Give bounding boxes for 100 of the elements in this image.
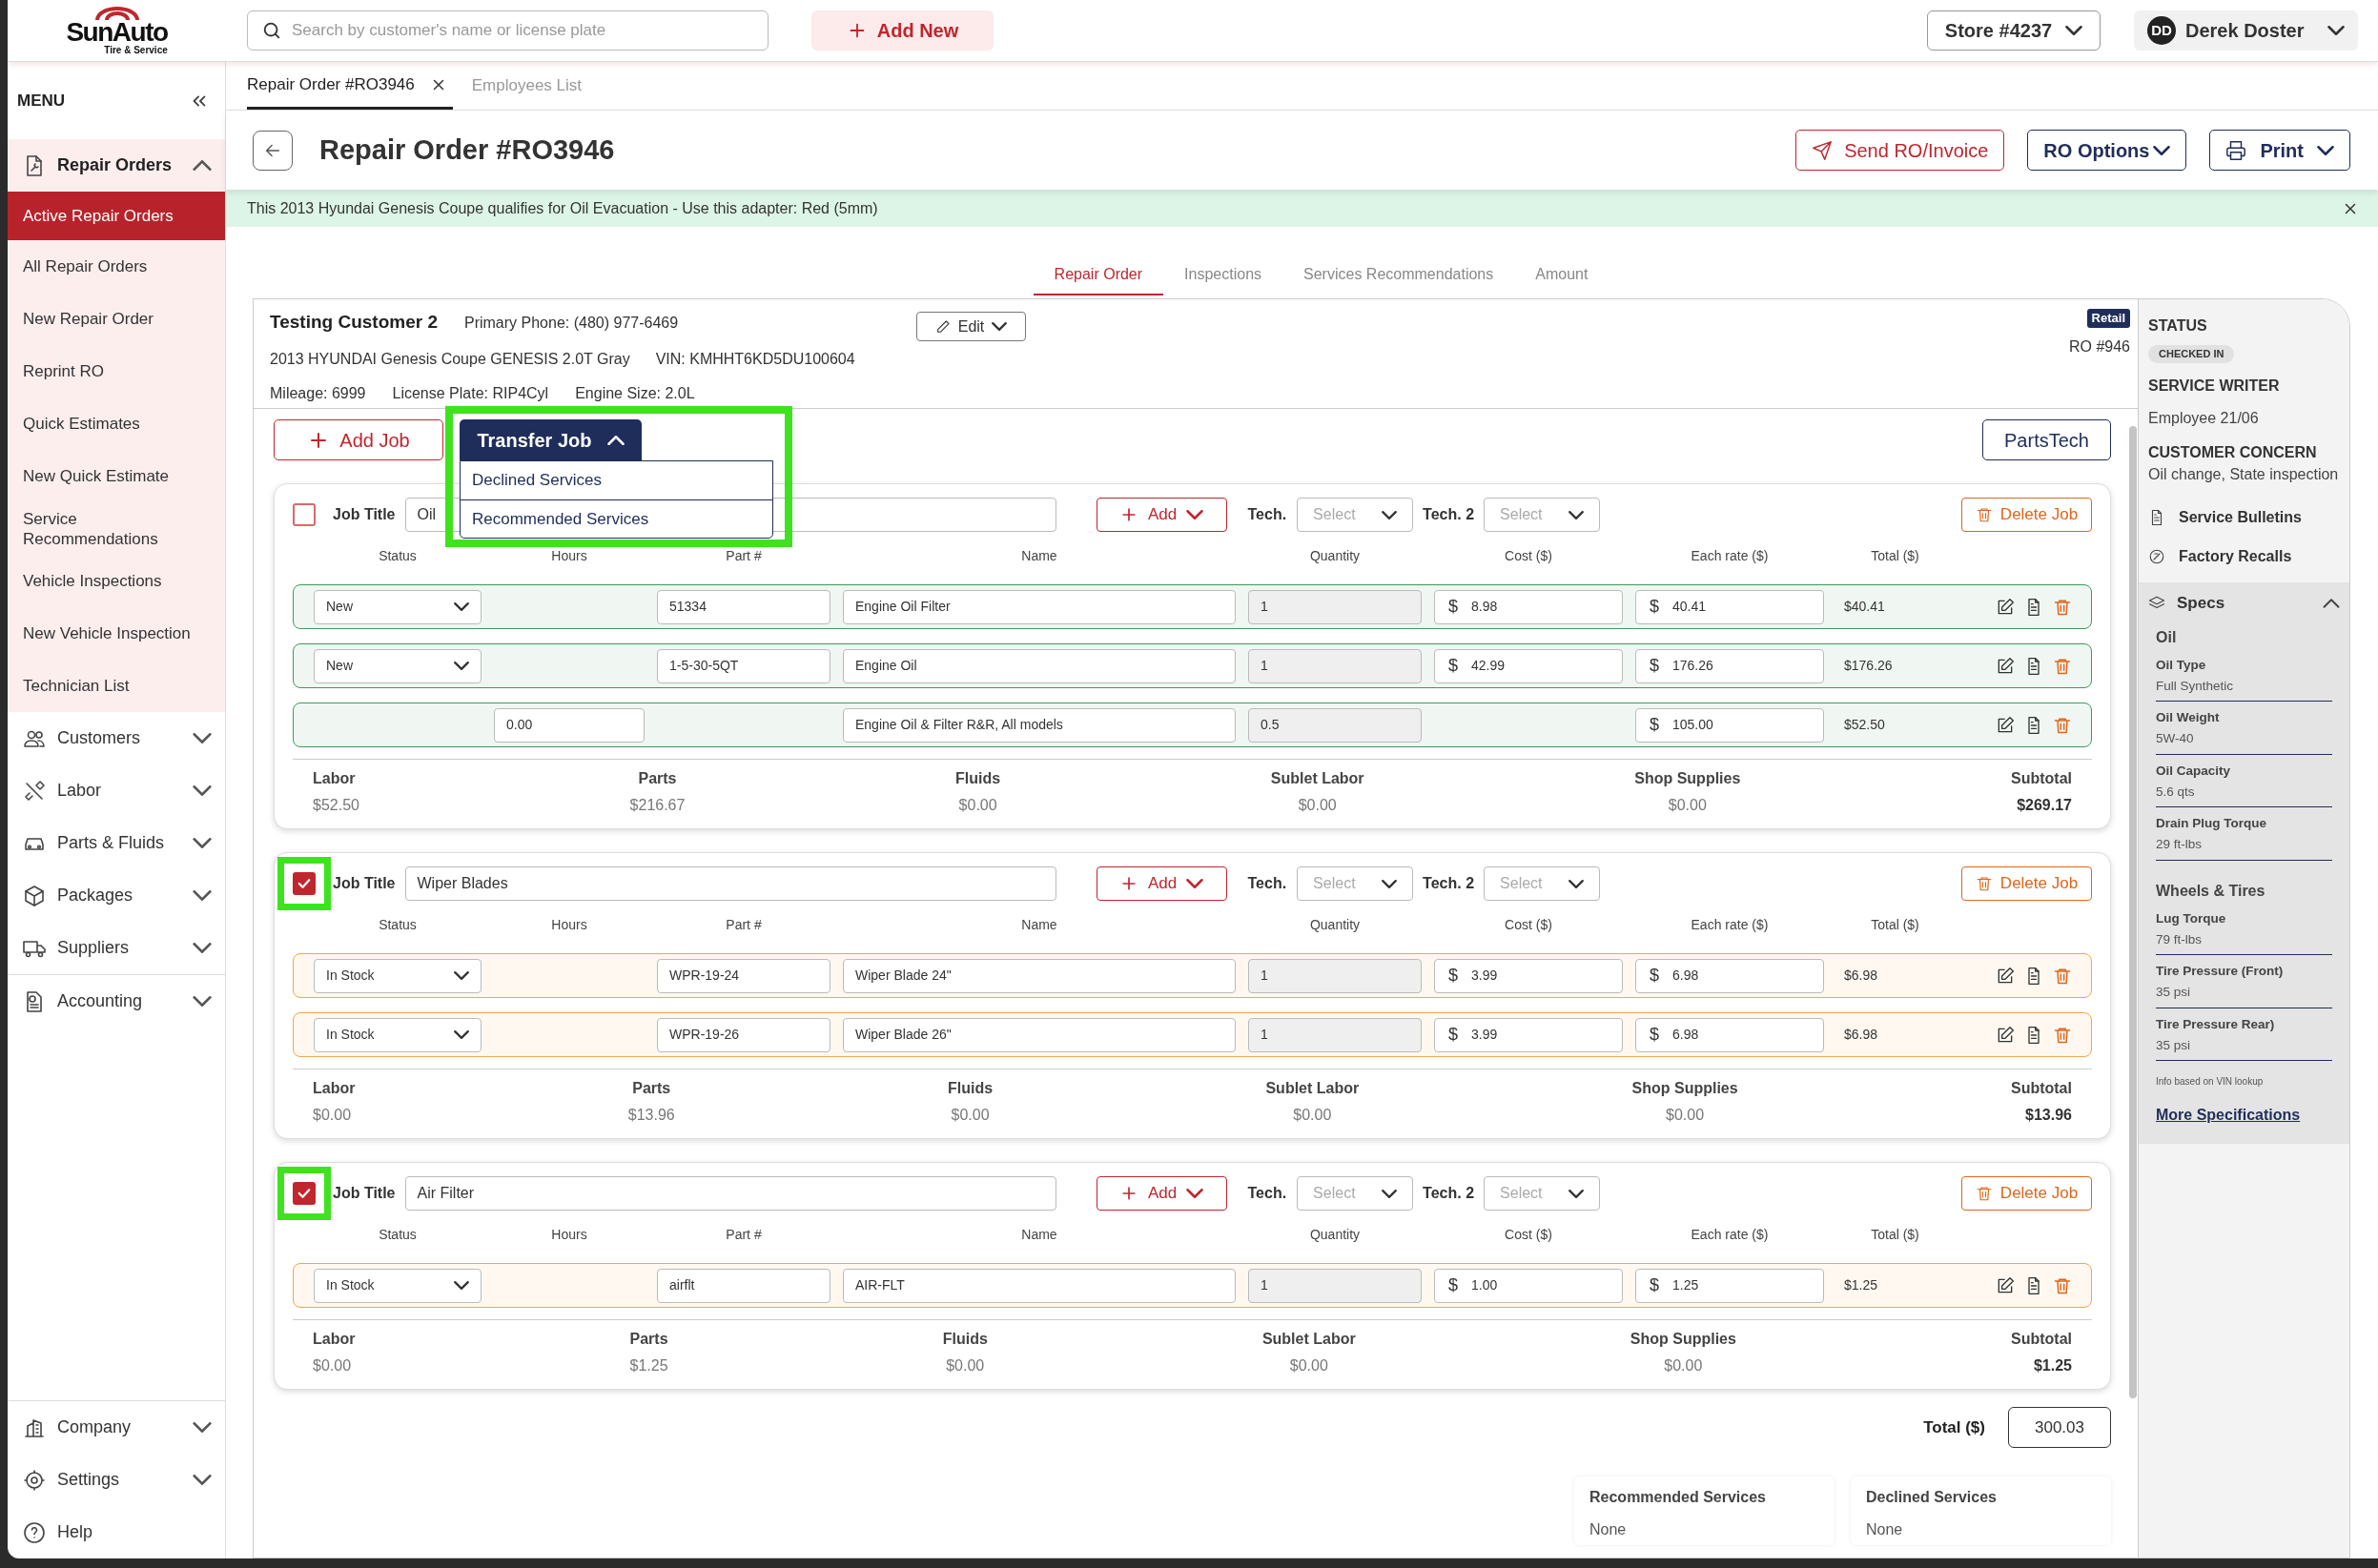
- writer-name: Employee 21/06: [2148, 408, 2259, 428]
- logo-tagline: Tire & Service: [104, 44, 168, 55]
- section-heading: SERVICE WRITER: [2148, 376, 2280, 396]
- summary-value: $0.00: [1664, 1356, 1703, 1375]
- summary-label: Labor: [313, 1330, 356, 1349]
- summary-value: $0.00: [1668, 796, 1707, 815]
- tech-label: Tech. 2: [1423, 505, 1475, 524]
- summary-value: $0.00: [1298, 796, 1337, 815]
- spec-label: Drain Plug Torque: [2156, 815, 2267, 832]
- summary-label: Fluids: [955, 769, 1001, 788]
- summary-label: Fluids: [948, 1079, 994, 1098]
- summary-label: Shop Supplies: [1630, 1330, 1736, 1349]
- column-header: Quantity: [1308, 1225, 1362, 1244]
- spec-value: 5.6 qts: [2156, 783, 2196, 801]
- column-header: Quantity: [1308, 915, 1362, 934]
- tech-label: Tech.: [1247, 505, 1287, 524]
- status-badge: CHECKED IN: [2148, 345, 2235, 363]
- column-header: Part #: [725, 915, 763, 934]
- column-header: Hours: [550, 546, 588, 565]
- spec-value: 29 ft-lbs: [2156, 836, 2204, 854]
- summary-value: $1.25: [2033, 1356, 2072, 1375]
- specs-section-title: Oil: [2156, 627, 2178, 647]
- summary-value: $0.00: [1289, 1356, 1328, 1375]
- specs-section-title: Wheels & Tires: [2156, 881, 2266, 901]
- summary-value: $13.96: [2025, 1106, 2072, 1125]
- services-title: Recommended Services: [1589, 1488, 1767, 1507]
- section-heading: STATUS: [2148, 316, 2207, 336]
- services-value: None: [1589, 1520, 1628, 1539]
- vehicle-detail: Mileage: 6999: [270, 383, 366, 403]
- customer-name: Testing Customer 2: [270, 311, 438, 334]
- services-value: None: [1866, 1520, 1904, 1539]
- summary-label: Sublet Labor: [1265, 1079, 1360, 1098]
- column-header: Status: [378, 1225, 418, 1244]
- summary-value: $0.00: [313, 1106, 352, 1125]
- column-header: Each rate ($): [1690, 1225, 1770, 1244]
- ro-number: RO #946: [2068, 336, 2130, 356]
- column-header: Part #: [725, 546, 763, 565]
- column-header: Each rate ($): [1690, 546, 1770, 565]
- spec-label: Tire Pressure Rear): [2156, 1015, 2276, 1033]
- summary-value: $0.00: [1666, 1106, 1705, 1125]
- total-label: Total ($): [1923, 1416, 1985, 1438]
- column-header: Total ($): [1870, 915, 1920, 934]
- spec-label: Oil Type: [2156, 656, 2207, 674]
- column-header: Status: [378, 915, 418, 934]
- menu-title: MENU: [17, 90, 66, 112]
- total-cell-text: $6.98: [1843, 967, 1879, 985]
- summary-label: Labor: [313, 769, 356, 788]
- total-cell-text: $40.41: [1843, 598, 1886, 616]
- summary-value: $0.00: [951, 1106, 990, 1125]
- summary-value: $216.67: [629, 796, 686, 815]
- total-cell-text: $176.26: [1843, 657, 1894, 675]
- summary-value: $13.96: [627, 1106, 675, 1125]
- column-header: Total ($): [1870, 546, 1920, 565]
- phone-text: Primary Phone: (480) 977-6469: [463, 314, 679, 333]
- column-header: Part #: [725, 1225, 763, 1244]
- total-field: 300.03: [2008, 1407, 2111, 1448]
- services-title: Declined Services: [1866, 1488, 1998, 1507]
- spec-label: Lug Torque: [2156, 909, 2227, 927]
- summary-label: Sublet Labor: [1270, 769, 1364, 788]
- tech-label: Tech. 2: [1423, 874, 1475, 893]
- summary-label: Shop Supplies: [1634, 769, 1741, 788]
- summary-label: Shop Supplies: [1631, 1079, 1738, 1098]
- summary-label: Parts: [629, 1330, 668, 1349]
- total-cell-text: $52.50: [1843, 716, 1886, 734]
- vin-text: VIN: KMHHT6KD5DU100604: [655, 349, 855, 369]
- column-header: Each rate ($): [1690, 915, 1770, 934]
- summary-label: Fluids: [942, 1330, 988, 1349]
- column-header: Status: [378, 546, 418, 565]
- column-header: Name: [1020, 546, 1058, 565]
- job-title-label: Job Title: [333, 505, 396, 524]
- summary-value: $0.00: [958, 796, 997, 815]
- banner-text: This 2013 Hyundai Genesis Coupe qualifies for Oil Evacuation - Use this adapter: Red (5mm): [247, 198, 879, 218]
- spec-value: 35 psi: [2156, 1036, 2192, 1054]
- column-header: Name: [1020, 915, 1058, 934]
- summary-label: Parts: [632, 1079, 671, 1098]
- vehicle-detail: Engine Size: 2.0L: [575, 383, 695, 403]
- tech-label: Tech.: [1247, 1184, 1287, 1203]
- summary-value: $0.00: [313, 1356, 352, 1375]
- spec-label: Oil Weight: [2156, 709, 2221, 726]
- total-cell-text: $1.25: [1843, 1276, 1879, 1294]
- type-badge: Retail: [2086, 309, 2130, 328]
- column-header: Hours: [550, 1225, 588, 1244]
- summary-label: Subtotal: [2011, 1330, 2072, 1349]
- column-header: Cost ($): [1504, 546, 1553, 565]
- summary-value: $52.50: [313, 796, 359, 815]
- vehicle-detail: License Plate: RIP4Cyl: [392, 383, 549, 403]
- total-cell-text: $6.98: [1843, 1026, 1879, 1044]
- summary-label: Subtotal: [2011, 769, 2072, 788]
- column-header: Hours: [550, 915, 588, 934]
- concern-text: Oil change, State inspection: [2148, 464, 2339, 484]
- summary-value: $269.17: [2017, 796, 2072, 815]
- section-heading: CUSTOMER CONCERN: [2148, 442, 2317, 462]
- summary-label: Parts: [638, 769, 677, 788]
- summary-value: $0.00: [946, 1356, 985, 1375]
- job-title-label: Job Title: [333, 1184, 396, 1203]
- specs-note: Info based on VIN lookup: [2156, 1075, 2265, 1089]
- tech-label: Tech.: [1247, 874, 1287, 893]
- vehicle-text: 2013 HYUNDAI Genesis Coupe GENESIS 2.0T Gray: [270, 349, 630, 369]
- summary-label: Subtotal: [2010, 1079, 2072, 1098]
- column-header: Cost ($): [1504, 915, 1553, 934]
